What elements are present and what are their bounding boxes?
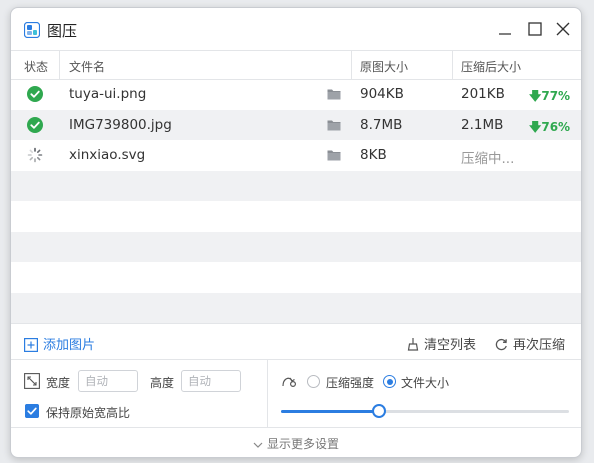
plus-square-icon [24, 338, 38, 352]
column-filename[interactable]: 文件名 [69, 58, 105, 75]
arrow-down-icon: 🡇 [529, 119, 542, 134]
clear-list-button[interactable]: 清空列表 [407, 334, 476, 353]
column-status[interactable]: 状态 [24, 58, 48, 75]
compression-mode-icon [282, 377, 297, 388]
resize-icon [24, 373, 40, 389]
compressed-size: 201KB [461, 86, 505, 102]
chevron-down-icon [253, 442, 263, 448]
keep-ratio-label: 保持原始宽高比 [46, 406, 131, 420]
ratio-value: 77% [541, 89, 571, 103]
action-toolbar: 添加图片 清空列表 再次压缩 [11, 323, 581, 360]
table-row[interactable]: IMG739800.jpg 8.7MB 2.1MB 🡇76% [11, 109, 581, 140]
width-label: 宽度 [46, 376, 71, 390]
folder-icon[interactable] [327, 119, 341, 131]
recompress-label: 再次压缩 [513, 338, 566, 353]
slider-fill [281, 410, 379, 413]
refresh-icon [495, 338, 507, 351]
file-table-header: 状态 文件名 原图大小 压缩后大小 [11, 50, 581, 80]
file-list: tuya-ui.png 904KB 201KB 🡇77% IMG739800.j… [11, 79, 581, 323]
app-logo-icon [24, 22, 40, 38]
width-input[interactable] [78, 370, 138, 392]
minimize-icon[interactable] [494, 18, 516, 40]
check-circle-icon [27, 86, 43, 102]
reduction-ratio: 🡇76% [529, 118, 570, 139]
app-window: 图压 状态 文件名 原图大小 压缩后大小 tuya-ui.png 904KB 2… [10, 7, 582, 458]
height-input[interactable] [181, 370, 241, 392]
settings-panel: 宽度 高度 保持原始宽高比 压缩强度 文件大小 [11, 359, 581, 428]
settings-divider [267, 360, 268, 428]
file-name: xinxiao.svg [69, 147, 146, 163]
column-compressed-size[interactable]: 压缩后大小 [461, 58, 521, 75]
original-size: 8KB [360, 147, 387, 163]
column-divider [59, 51, 60, 79]
more-settings-button[interactable]: 显示更多设置 [11, 435, 581, 452]
close-icon[interactable] [552, 18, 574, 40]
original-size: 904KB [360, 86, 404, 102]
reduction-ratio: 🡇77% [529, 87, 570, 108]
empty-row [11, 231, 581, 262]
column-divider [452, 51, 453, 79]
empty-row [11, 292, 581, 323]
slider-thumb[interactable] [372, 404, 386, 418]
keep-ratio-checkbox[interactable] [25, 404, 39, 418]
folder-icon[interactable] [327, 149, 341, 161]
empty-row [11, 262, 581, 293]
column-divider [351, 51, 352, 79]
more-settings-label: 显示更多设置 [266, 437, 339, 451]
compressed-size: 2.1MB [461, 116, 504, 133]
mode-filesize-label: 文件大小 [401, 376, 450, 390]
height-label: 高度 [150, 376, 175, 390]
file-name: IMG739800.jpg [69, 116, 172, 133]
mode-strength-label: 压缩强度 [326, 376, 375, 390]
title-bar[interactable]: 图压 [11, 8, 581, 50]
file-name: tuya-ui.png [69, 86, 147, 102]
arrow-down-icon: 🡇 [529, 89, 542, 103]
mode-filesize-radio[interactable] [383, 375, 396, 388]
compressed-size: 压缩中... [461, 151, 515, 167]
table-row[interactable]: tuya-ui.png 904KB 201KB 🡇77% [11, 79, 581, 110]
folder-icon[interactable] [327, 88, 341, 100]
ratio-value: 76% [541, 119, 571, 134]
more-settings-toggle[interactable]: 显示更多设置 [11, 427, 581, 457]
table-row[interactable]: xinxiao.svg 8KB 压缩中... [11, 140, 581, 171]
window-title: 图压 [47, 22, 78, 40]
check-circle-icon [27, 116, 43, 133]
recompress-button[interactable]: 再次压缩 [495, 334, 565, 353]
maximize-icon[interactable] [524, 18, 546, 40]
mode-strength-radio[interactable] [307, 375, 320, 388]
add-image-button[interactable]: 添加图片 [24, 334, 95, 353]
empty-row [11, 170, 581, 201]
clear-list-label: 清空列表 [424, 338, 477, 353]
column-original-size[interactable]: 原图大小 [360, 58, 408, 75]
empty-row [11, 201, 581, 232]
original-size: 8.7MB [360, 116, 403, 133]
spinner-icon [27, 147, 43, 163]
add-image-label: 添加图片 [43, 338, 96, 353]
compression-slider[interactable] [281, 404, 569, 418]
broom-icon [407, 338, 419, 351]
